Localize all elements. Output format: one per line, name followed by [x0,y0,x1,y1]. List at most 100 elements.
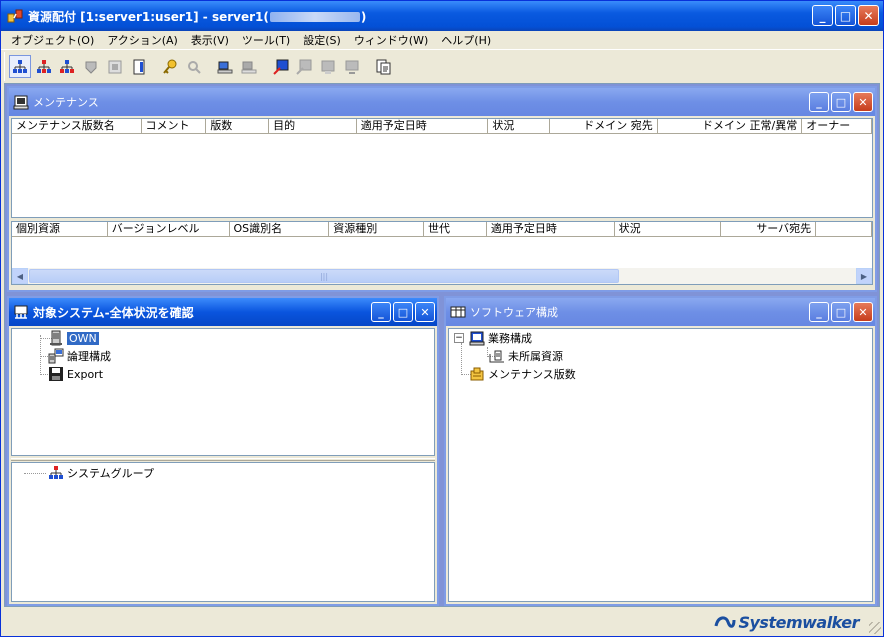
monitor-button-4[interactable] [341,55,363,78]
tree-item-own[interactable]: OWN [48,330,100,346]
systemwalker-logo-icon [714,615,736,628]
menu-window[interactable]: ウィンドウ(W) [348,32,435,48]
col-lower-status[interactable]: 状況 [615,222,722,236]
system-group-icon [49,466,63,479]
maintenance-close-button[interactable]: ✕ [853,92,873,112]
col-maint-version-name[interactable]: メンテナンス版数名 [12,119,142,133]
report-icon [376,59,391,74]
col-comment[interactable]: コメント [142,119,207,133]
software-config-close-button[interactable]: ✕ [853,302,873,322]
menu-view[interactable]: 表示(V) [185,32,236,48]
monitor-icon3 [321,60,335,74]
menu-tools[interactable]: ツール(T) [236,32,297,48]
target-system-close-button[interactable]: ✕ [415,302,435,322]
maintenance-maximize-button[interactable]: □ [831,92,851,112]
doc-icon [133,59,145,74]
col-domain-normal-error[interactable]: ドメイン 正常/異常 [658,119,803,133]
mdi-workspace: メンテナンス _ □ ✕ メンテナンス版数名 コメント 版数 目的 適用予定日時… [4,83,880,607]
col-extra[interactable] [816,222,872,236]
tree-item-unassigned-resource[interactable]: 未所属資源 [489,348,563,364]
maximize-button[interactable]: □ [835,5,856,26]
minimize-button[interactable]: _ [812,5,833,26]
col-domain-destination[interactable]: ドメイン 宛先 [550,119,658,133]
scroll-track[interactable]: ||| [28,269,856,283]
col-version-level[interactable]: バージョンレベル [108,222,230,236]
monitor-button-2[interactable] [293,55,315,78]
tree-item-system-group[interactable]: システムグループ [48,465,154,481]
individual-resource-list[interactable]: 個別資源 バージョンレベル OS識別名 資源種別 世代 適用予定日時 状況 サー… [11,221,873,285]
menu-help[interactable]: ヘルプ(H) [435,32,498,48]
col-resource-type[interactable]: 資源種別 [329,222,425,236]
scroll-thumb[interactable]: ||| [29,269,619,283]
server-pc-button[interactable] [214,55,236,78]
col-generation[interactable]: 世代 [424,222,487,236]
software-config-minimize-button[interactable]: _ [809,302,829,322]
software-config-icon [450,306,466,318]
menu-action[interactable]: アクション(A) [101,32,185,48]
resource-button[interactable] [80,55,102,78]
key-search-icon [187,60,201,74]
col-scheduled-datetime[interactable]: 適用予定日時 [357,119,489,133]
software-config-window: ソフトウェア構成 _ □ ✕ − 業務構成 未所属資源 メンテナンス版数 [444,296,877,606]
title-bar[interactable]: 資源配付 [1:server1:user1] - server1() _ □ ✕ [1,1,883,31]
deploy-button[interactable] [104,55,126,78]
doc-button[interactable] [128,55,150,78]
key-search-button[interactable] [183,55,205,78]
tree-label-logical-config: 論理構成 [67,350,111,363]
col-server-destination[interactable]: サーバ宛先 [721,222,817,236]
monitor-arrow-button[interactable] [270,55,292,78]
col-purpose[interactable]: 目的 [269,119,357,133]
system-tree-red-button[interactable] [33,55,55,78]
monitor-button-3[interactable] [317,55,339,78]
system-tree-button[interactable] [9,55,31,78]
key-button[interactable] [159,55,181,78]
monitor-arrow-icon [272,59,288,75]
resize-grip[interactable] [869,622,881,634]
tree-item-business-config[interactable]: 業務構成 [469,330,532,346]
target-system-window: 対象システム-全体状況を確認 _ □ ✕ OWN 論理構成 Export システ… [7,296,439,606]
tree-item-maintenance-version[interactable]: メンテナンス版数 [469,366,576,382]
system-tree-blue-icon [60,59,75,73]
floppy-icon [49,367,63,381]
target-system-maximize-button[interactable]: □ [393,302,413,322]
software-config-tree[interactable]: − 業務構成 未所属資源 メンテナンス版数 [448,328,873,602]
system-tree-blue-button[interactable] [57,55,79,78]
scroll-right-button[interactable]: ▶ [856,268,872,284]
menu-object[interactable]: オブジェクト(O) [5,32,101,48]
menu-settings[interactable]: 設定(S) [297,32,348,48]
col-individual-resource[interactable]: 個別資源 [12,222,108,236]
target-system-icon [14,305,28,319]
maintenance-version-list[interactable]: メンテナンス版数名 コメント 版数 目的 適用予定日時 状況 ドメイン 宛先 ド… [11,118,873,218]
tree-label-export: Export [67,367,104,381]
system-group-tree[interactable]: システムグループ [11,462,435,602]
target-system-tree[interactable]: OWN 論理構成 Export [11,328,435,456]
server-pc2-button[interactable] [238,55,260,78]
scroll-left-button[interactable]: ◀ [12,268,28,284]
report-button[interactable] [372,55,394,78]
tree-item-export[interactable]: Export [48,366,103,382]
target-system-splitter[interactable] [11,458,435,461]
tree-label-unassigned-resource: 未所属資源 [508,350,563,363]
close-button[interactable]: ✕ [858,5,879,26]
col-status[interactable]: 状況 [488,119,551,133]
resource-icon [85,61,97,74]
maintenance-minimize-button[interactable]: _ [809,92,829,112]
col-lower-scheduled-datetime[interactable]: 適用予定日時 [487,222,615,236]
maintenance-title-bar[interactable]: メンテナンス _ □ ✕ [9,88,875,116]
server-icon [50,330,62,346]
tree-label-business-config: 業務構成 [488,332,532,345]
horizontal-scrollbar[interactable]: ◀ ||| ▶ [12,268,872,284]
app-icon [7,9,23,23]
individual-resource-header: 個別資源 バージョンレベル OS識別名 資源種別 世代 適用予定日時 状況 サー… [12,222,872,237]
col-owner[interactable]: オーナー [802,119,872,133]
target-system-minimize-button[interactable]: _ [371,302,391,322]
software-config-maximize-button[interactable]: □ [831,302,851,322]
tree-item-logical-config[interactable]: 論理構成 [48,348,111,364]
maintenance-version-header: メンテナンス版数名 コメント 版数 目的 適用予定日時 状況 ドメイン 宛先 ド… [12,119,872,134]
tree-expander-business[interactable]: − [454,333,464,343]
col-os-id[interactable]: OS識別名 [230,222,330,236]
server-pc2-icon [241,61,257,73]
software-config-title-bar[interactable]: ソフトウェア構成 _ □ ✕ [446,298,875,326]
target-system-title-bar[interactable]: 対象システム-全体状況を確認 _ □ ✕ [9,298,437,326]
col-version[interactable]: 版数 [206,119,270,133]
